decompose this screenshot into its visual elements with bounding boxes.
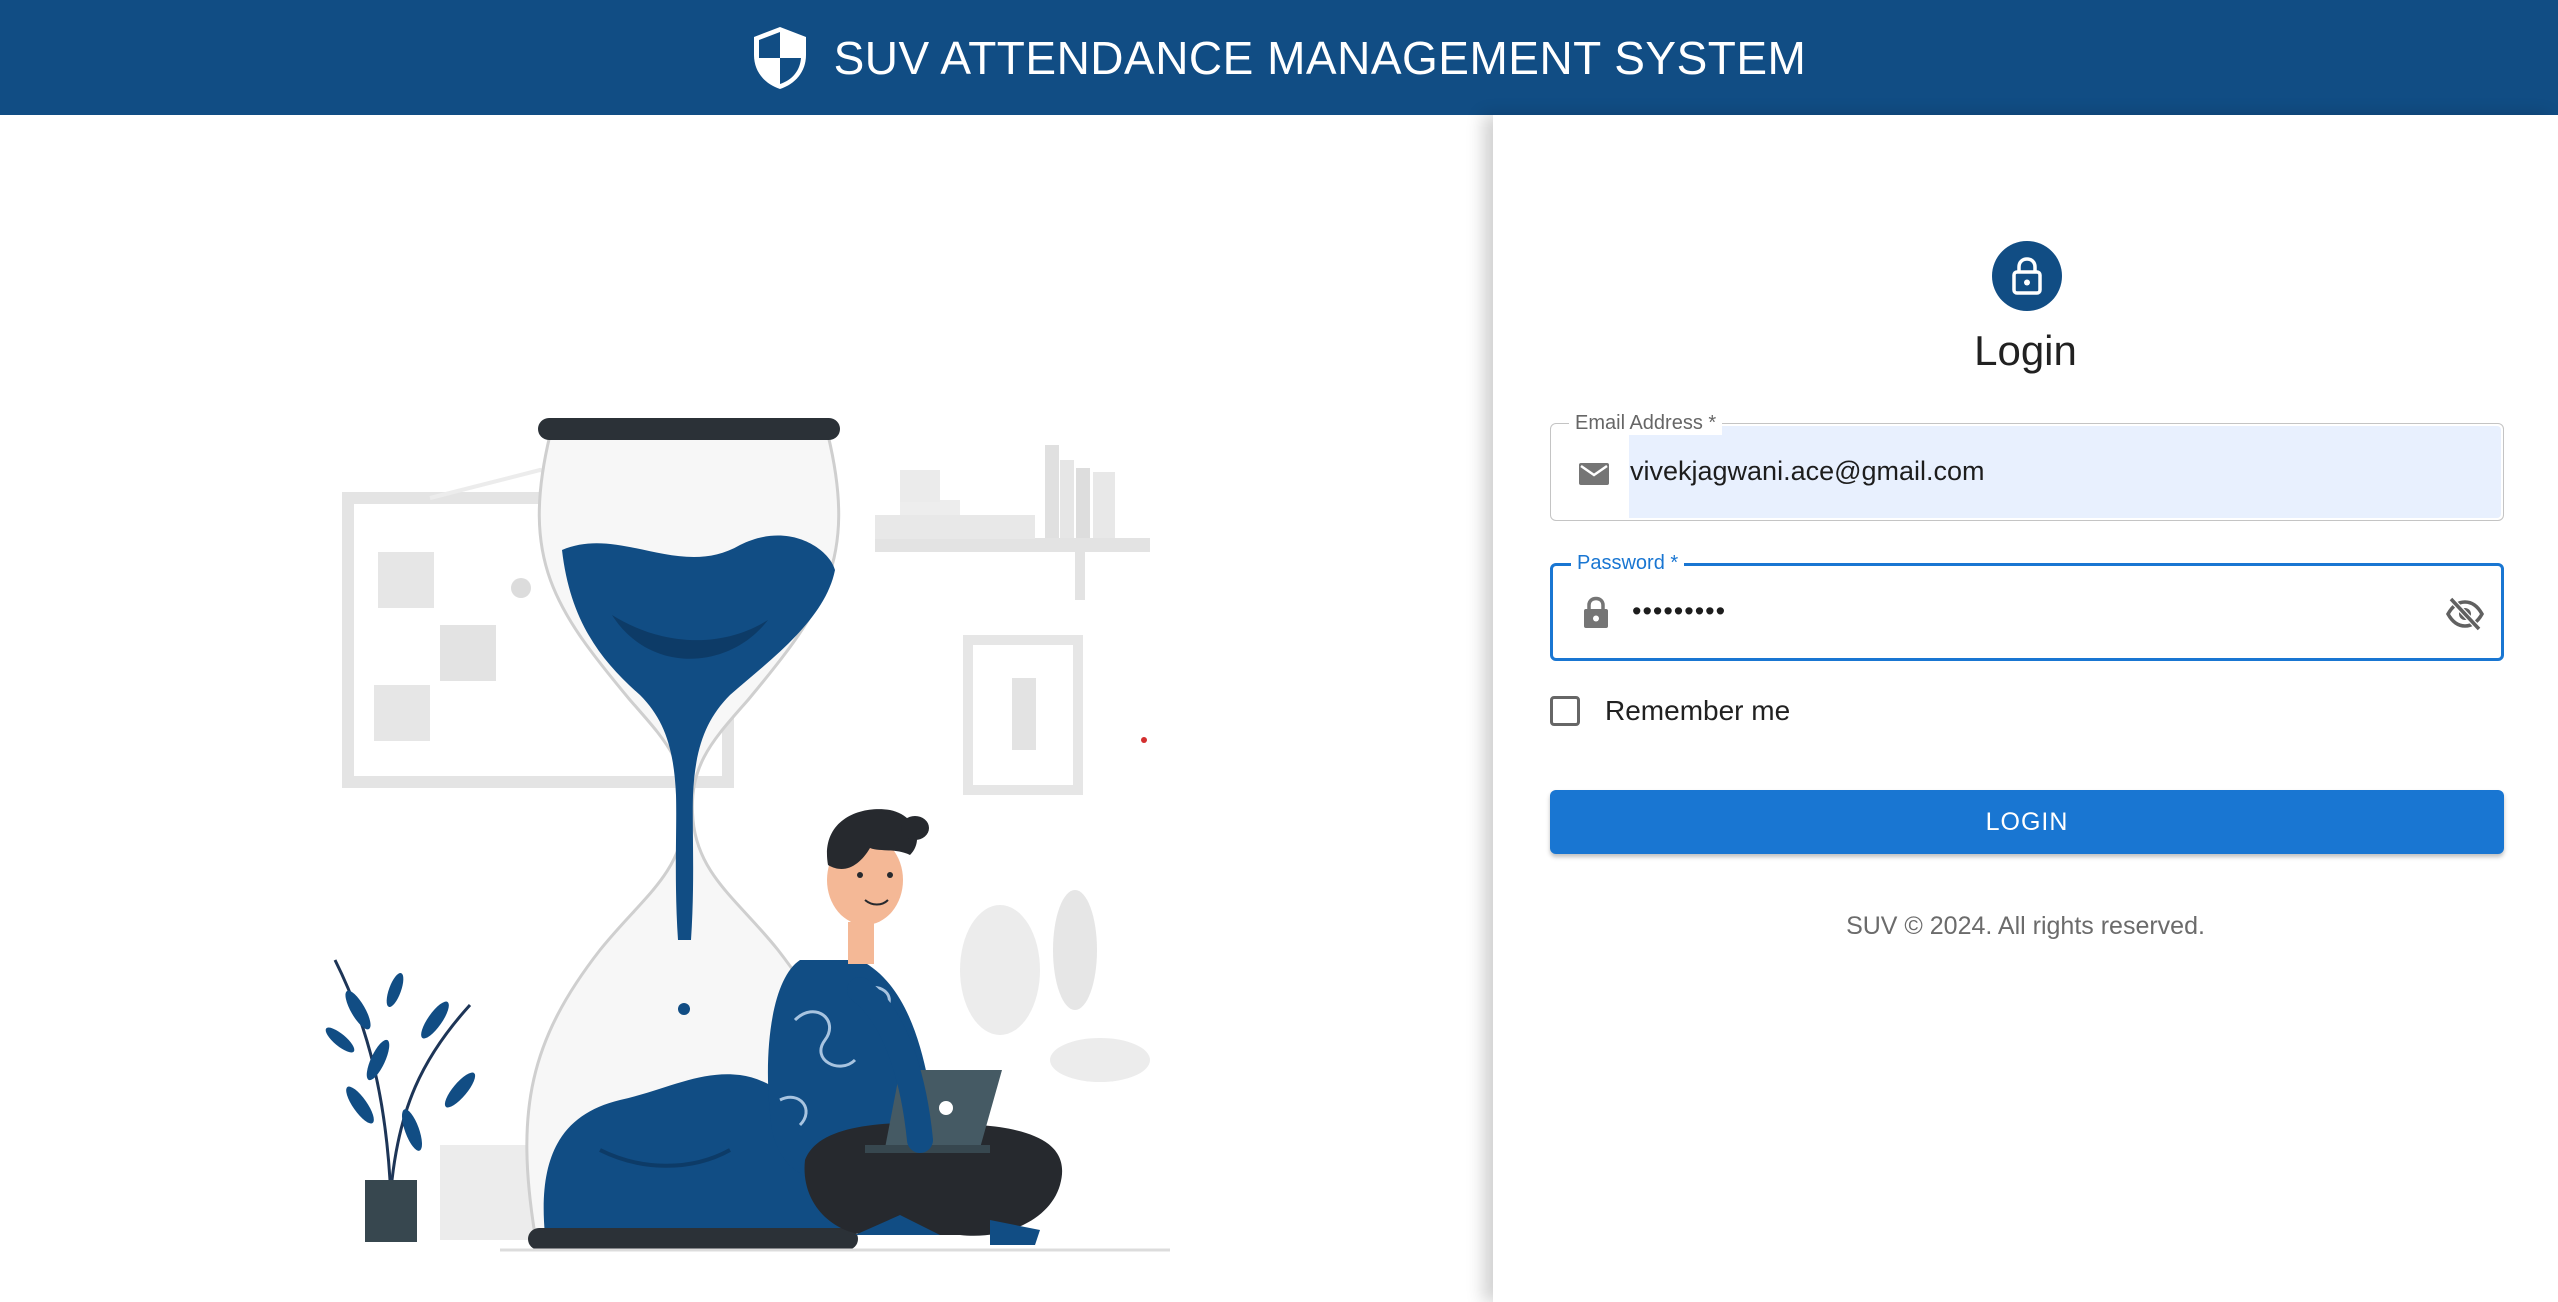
- app-title: SUV ATTENDANCE MANAGEMENT SYSTEM: [833, 31, 1807, 84]
- illustration-pane: [0, 115, 1493, 1302]
- mail-icon: [1579, 463, 1609, 485]
- red-dot-marker: [1141, 737, 1147, 743]
- lock-avatar: [1992, 241, 2062, 311]
- email-field[interactable]: Email Address * vivekjagwani.ace@gmail.c…: [1550, 411, 2504, 521]
- lock-icon: [1584, 596, 1608, 628]
- login-panel: Login Email Address * vivekjagwani.ace@g…: [1493, 115, 2558, 1302]
- hourglass-person-laptop-illustration: [325, 418, 1170, 1252]
- password-input[interactable]: •••••••••: [1632, 564, 1726, 658]
- email-input[interactable]: vivekjagwani.ace@gmail.com: [1630, 424, 1985, 518]
- remember-me-label[interactable]: Remember me: [1605, 695, 1790, 727]
- remember-me-row[interactable]: Remember me: [1550, 695, 1790, 727]
- app-header: SUV ATTENDANCE MANAGEMENT SYSTEM: [0, 0, 2558, 115]
- login-title: Login: [1974, 327, 2077, 374]
- password-field[interactable]: Password * •••••••••: [1550, 551, 2504, 661]
- remember-me-checkbox[interactable]: [1550, 696, 1580, 726]
- shield-icon: [753, 26, 806, 89]
- lock-icon: [2012, 257, 2042, 295]
- visibility-off-icon[interactable]: [2445, 594, 2485, 634]
- login-button[interactable]: LOGIN: [1550, 790, 2504, 854]
- copyright-footer: SUV © 2024. All rights reserved.: [1846, 912, 2205, 940]
